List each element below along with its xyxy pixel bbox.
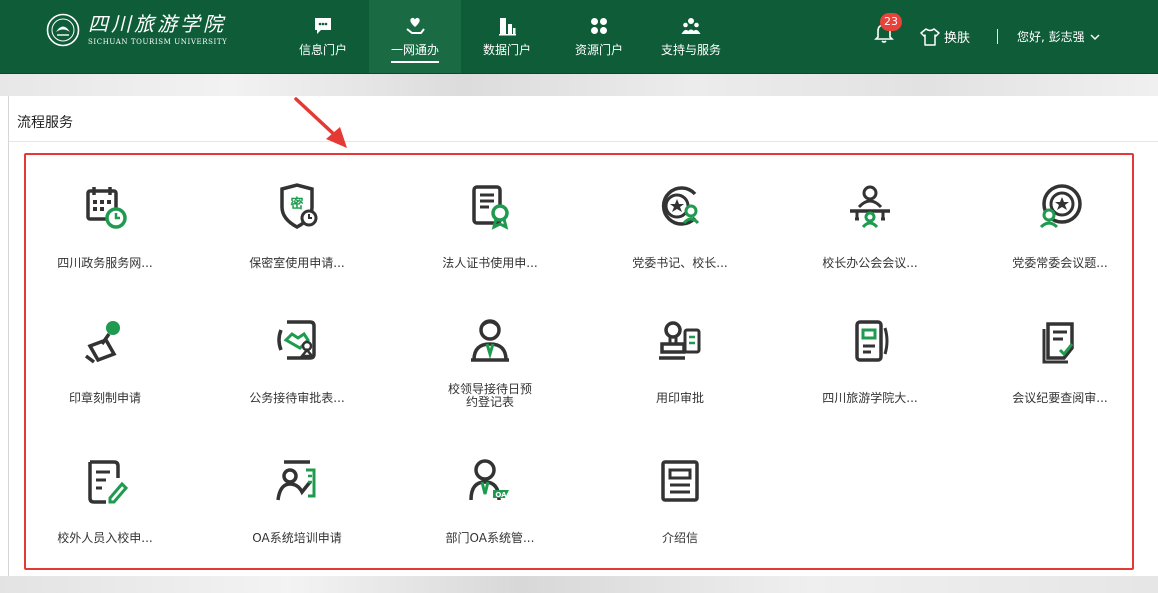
service-label: 四川政务服务网... bbox=[57, 256, 153, 270]
certificate-icon bbox=[465, 180, 515, 232]
heart-hand-icon bbox=[406, 17, 425, 34]
header-divider bbox=[997, 29, 998, 44]
service-tile[interactable]: 介绍信 bbox=[605, 455, 755, 565]
service-label: 会议纪要查阅审... bbox=[1012, 391, 1108, 405]
chevron-down-icon bbox=[1090, 33, 1100, 40]
service-tile[interactable]: 校外人员入校申... bbox=[30, 455, 180, 565]
people-group-icon bbox=[681, 18, 701, 34]
secret-shield-icon: 密 bbox=[272, 180, 322, 232]
service-tile[interactable]: 用印审批 bbox=[605, 315, 755, 425]
change-skin-button[interactable]: 换肤 bbox=[920, 27, 970, 46]
footer-strip bbox=[0, 576, 1158, 593]
service-label: 用印审批 bbox=[655, 391, 704, 405]
service-tile[interactable]: 四川旅游学院大... bbox=[795, 315, 945, 425]
four-leaf-icon bbox=[591, 18, 607, 34]
service-tile[interactable]: 校领导接待日预约登记表 bbox=[415, 315, 565, 425]
banner-strip bbox=[0, 74, 1158, 96]
stamp-document-icon bbox=[655, 315, 705, 367]
nav-item-data-portal[interactable]: 数据门户 bbox=[461, 0, 553, 73]
stamp-icon bbox=[80, 315, 130, 367]
nav-item-info-portal[interactable]: 信息门户 bbox=[277, 0, 369, 73]
school-name-en: SICHUAN TOURISM UNIVERSITY bbox=[88, 38, 228, 46]
nav-item-one-stop[interactable]: 一网通办 bbox=[369, 0, 461, 73]
oa-admin-icon: OA bbox=[465, 455, 515, 507]
edit-form-icon bbox=[80, 455, 130, 507]
trainer-board-icon bbox=[272, 455, 322, 507]
handshake-icon bbox=[272, 315, 322, 367]
svg-text:密: 密 bbox=[289, 196, 303, 212]
service-label: 公务接待审批表... bbox=[249, 391, 345, 405]
highlight-box bbox=[24, 153, 1134, 570]
nav-item-resource-portal[interactable]: 资源门户 bbox=[553, 0, 645, 73]
meeting-table-icon bbox=[845, 180, 895, 232]
service-tile[interactable]: 党委常委会议题... bbox=[985, 180, 1135, 290]
letter-icon bbox=[655, 455, 705, 507]
minutes-check-icon bbox=[1035, 315, 1085, 367]
chat-bubble-icon bbox=[315, 18, 331, 34]
svg-text:OA: OA bbox=[495, 491, 507, 499]
nav-item-label: 数据门户 bbox=[482, 43, 531, 57]
service-label: 介绍信 bbox=[661, 531, 698, 545]
service-tile[interactable]: 法人证书使用申... bbox=[415, 180, 565, 290]
service-label: 四川旅游学院大... bbox=[822, 391, 918, 405]
service-label: 校领导接待日预约登记表 bbox=[447, 383, 532, 409]
notification-badge: 23 bbox=[880, 13, 902, 31]
change-skin-label: 换肤 bbox=[944, 31, 971, 46]
service-label: 保密室使用申请... bbox=[249, 256, 345, 270]
service-label: 印章刻制申请 bbox=[68, 391, 141, 405]
service-tile[interactable]: 四川政务服务网... bbox=[30, 180, 180, 290]
user-menu[interactable]: 您好, 彭志强 bbox=[1017, 28, 1100, 45]
document-brackets-icon bbox=[845, 315, 895, 367]
nav-item-label: 一网通办 bbox=[390, 43, 439, 57]
service-label: 校长办公会会议... bbox=[822, 256, 918, 270]
nav-item-label: 信息门户 bbox=[298, 43, 347, 57]
nav-item-support-service[interactable]: 支持与服务 bbox=[645, 0, 737, 73]
school-logo[interactable]: 四川旅游学院 SICHUAN TOURISM UNIVERSITY bbox=[46, 10, 227, 50]
service-label: 党委常委会议题... bbox=[1012, 256, 1108, 270]
section-title: 流程服务 bbox=[17, 115, 73, 131]
user-greeting: 您好, 彭志强 bbox=[1017, 30, 1085, 44]
star-seal-user-icon bbox=[655, 180, 705, 232]
leader-icon bbox=[465, 315, 515, 367]
service-label: OA系统培训申请 bbox=[252, 531, 342, 545]
service-tile[interactable]: OA 部门OA系统管... bbox=[415, 455, 565, 565]
star-seal-group-icon bbox=[1035, 180, 1085, 232]
service-tile[interactable]: OA系统培训申请 bbox=[222, 455, 372, 565]
service-label: 校外人员入校申... bbox=[57, 531, 153, 545]
service-label: 部门OA系统管... bbox=[445, 531, 535, 545]
service-label: 法人证书使用申... bbox=[442, 256, 538, 270]
section-divider bbox=[9, 141, 1158, 142]
service-tile[interactable]: 公务接待审批表... bbox=[222, 315, 372, 425]
building-chart-icon bbox=[499, 18, 516, 36]
top-navigation-bar: 四川旅游学院 SICHUAN TOURISM UNIVERSITY 信息门户 一… bbox=[0, 0, 1158, 74]
service-tile[interactable]: 密 保密室使用申请... bbox=[222, 180, 372, 290]
nav-item-label: 资源门户 bbox=[574, 43, 623, 57]
main-nav: 信息门户 一网通办 数据门户 资源门户 支持与服务 bbox=[277, 0, 737, 73]
service-tile[interactable]: 会议纪要查阅审... bbox=[985, 315, 1135, 425]
service-tile[interactable]: 党委书记、校长... bbox=[605, 180, 755, 290]
service-label: 党委书记、校长... bbox=[632, 256, 728, 270]
calendar-clock-icon bbox=[80, 180, 130, 232]
service-tile[interactable]: 校长办公会会议... bbox=[795, 180, 945, 290]
shirt-icon bbox=[920, 27, 940, 46]
school-emblem-icon bbox=[46, 13, 80, 47]
school-name-cn: 四川旅游学院 bbox=[88, 12, 226, 36]
nav-item-label: 支持与服务 bbox=[660, 43, 721, 57]
service-tile[interactable]: 印章刻制申请 bbox=[30, 315, 180, 425]
